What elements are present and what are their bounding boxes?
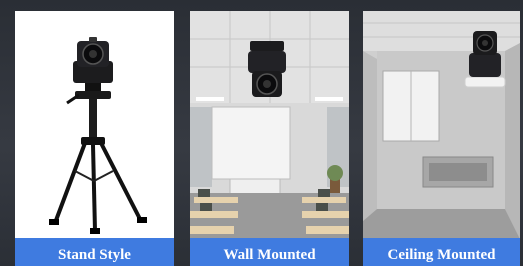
wall-mounted-caption: Wall Mounted <box>190 238 349 266</box>
wall-mounted-panel: Wall Mounted <box>190 11 349 266</box>
tripod-camera-image <box>15 11 174 239</box>
ptz-camera-icon <box>248 41 286 97</box>
ceiling-mounted-caption: Ceiling Mounted <box>363 238 520 266</box>
classroom-camera-image <box>190 11 349 239</box>
stand-style-caption: Stand Style <box>15 238 174 266</box>
ptz-camera-icon <box>73 37 113 83</box>
stand-style-panel: Stand Style <box>15 11 174 266</box>
ceiling-mounted-panel: Ceiling Mounted <box>363 11 520 266</box>
mounting-options-banner: Stand Style Wall Mounted Ceiling Mounted <box>0 0 523 266</box>
room-camera-image <box>363 11 520 239</box>
ptz-camera-icon <box>469 31 501 77</box>
